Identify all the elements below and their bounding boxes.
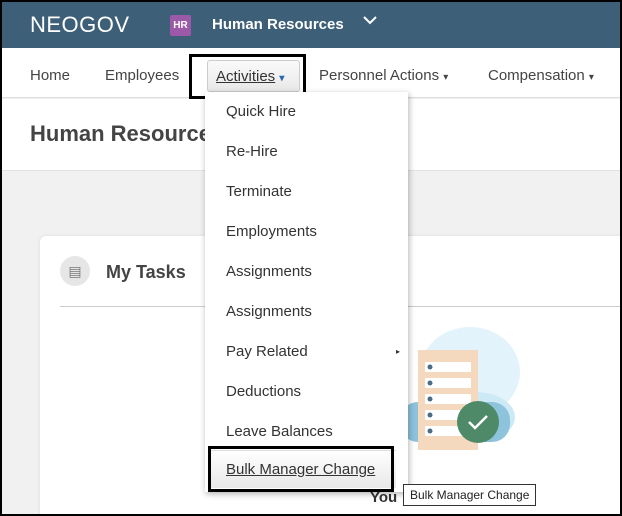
caret-down-icon: ▾ — [443, 72, 449, 83]
nav-home[interactable]: Home — [30, 67, 70, 84]
app-switcher[interactable]: Human Resources — [212, 16, 344, 33]
menu-item-terminate[interactable]: Terminate — [226, 172, 406, 212]
nav-label: Personnel Actions — [319, 67, 440, 84]
menu-item-assignments[interactable]: Assignments — [226, 252, 406, 292]
top-bar: NEOGOV HR Human Resources — [2, 2, 620, 48]
menu-item-deductions[interactable]: Deductions — [226, 372, 406, 412]
activities-dropdown: Quick Hire Re-Hire Terminate Employments… — [205, 92, 408, 492]
card-title: My Tasks — [106, 262, 186, 282]
menu-item-assignments-2[interactable]: Assignments — [226, 292, 406, 332]
submenu-arrow-icon: ▸ — [395, 347, 400, 356]
nav-label: Compensation — [488, 67, 585, 84]
nav-employees[interactable]: Employees — [105, 67, 179, 84]
logo[interactable]: NEOGOV — [30, 12, 130, 38]
highlight-box — [208, 446, 394, 492]
menu-item-label: Pay Related — [226, 343, 308, 360]
menu-item-re-hire[interactable]: Re-Hire — [226, 132, 406, 172]
tasks-icon: ▤ — [60, 256, 90, 286]
menu-item-pay-related[interactable]: Pay Related ▸ — [226, 332, 406, 372]
menu-item-quick-hire[interactable]: Quick Hire — [226, 92, 406, 132]
chevron-down-icon[interactable] — [362, 12, 378, 33]
app-badge: HR — [170, 15, 191, 36]
nav-compensation[interactable]: Compensation ▾ — [488, 67, 594, 84]
main-nav: Home Employees Activities ▾ Personnel Ac… — [2, 48, 620, 98]
tooltip: Bulk Manager Change — [403, 484, 537, 506]
menu-item-employments[interactable]: Employments — [226, 212, 406, 252]
nav-personnel-actions[interactable]: Personnel Actions ▾ — [319, 67, 448, 84]
app-window: NEOGOV HR Human Resources Home Employees… — [2, 2, 620, 514]
page-title: Human Resources — [30, 121, 224, 146]
caret-down-icon: ▾ — [588, 72, 594, 83]
check-circle-icon — [457, 401, 499, 443]
